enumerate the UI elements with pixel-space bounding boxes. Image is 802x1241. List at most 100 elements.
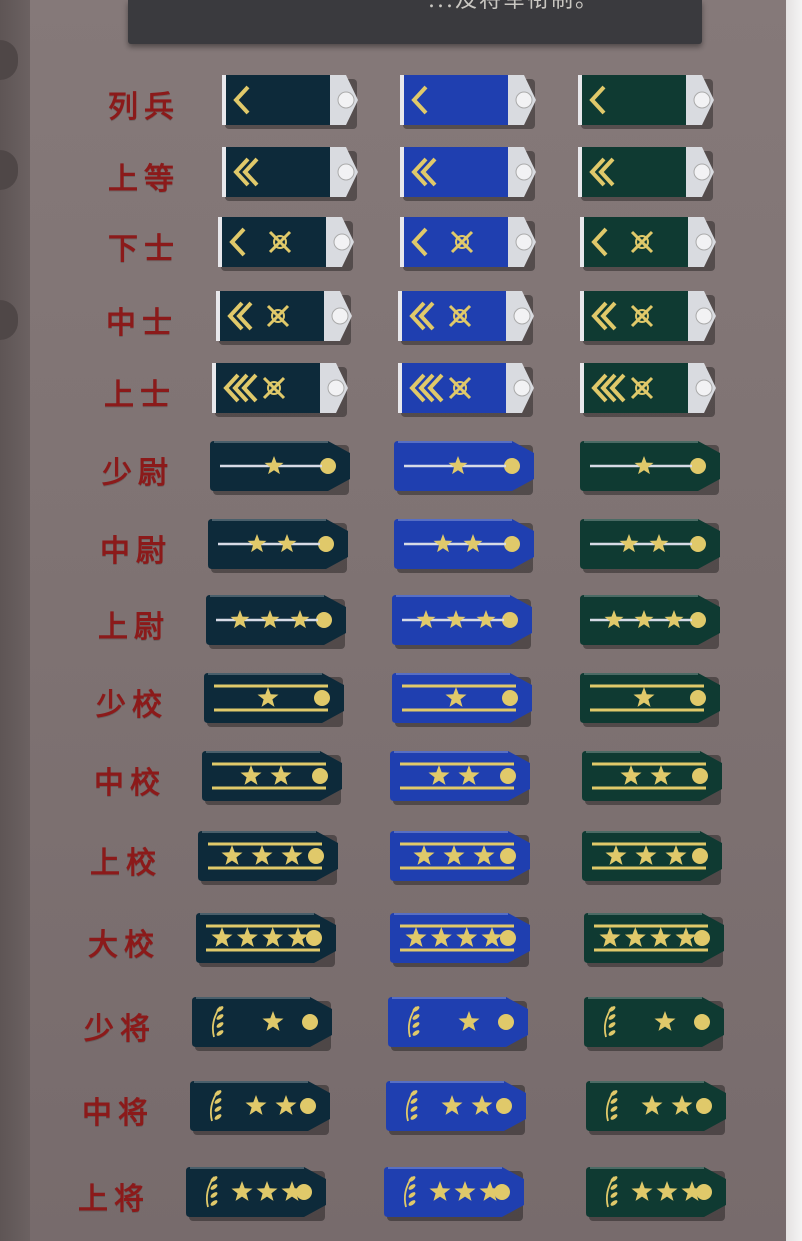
button-icon [300, 1098, 316, 1114]
shoulder-strap-graphic [584, 997, 724, 1051]
shoulder-strap-navy [390, 831, 532, 885]
shoulder-strap-army [222, 75, 360, 129]
button-icon [690, 458, 706, 474]
button-icon [693, 91, 711, 109]
shoulder-strap-graphic [198, 831, 338, 885]
shoulder-strap-air [580, 519, 722, 573]
strap-edge [580, 291, 584, 341]
shoulder-strap-graphic [580, 217, 716, 271]
shoulder-strap-graphic [222, 75, 358, 129]
shoulder-strap-graphic [586, 1167, 726, 1221]
shoulder-strap-air [578, 147, 716, 201]
button-icon [694, 930, 710, 946]
shoulder-strap-air [580, 291, 718, 345]
rank-label: 上校 [90, 846, 162, 881]
rank-label: 上士 [104, 378, 176, 413]
button-icon [694, 1014, 710, 1030]
shoulder-strap-navy [400, 75, 538, 129]
button-icon [690, 612, 706, 628]
shoulder-strap-graphic [580, 595, 720, 649]
strap-edge [580, 363, 584, 413]
wall-bump [0, 300, 18, 340]
button-icon [504, 536, 520, 552]
button-icon [515, 163, 533, 181]
button-icon [306, 930, 322, 946]
shoulder-strap-army [212, 363, 350, 417]
shoulder-strap-army [218, 217, 356, 271]
button-icon [498, 1014, 514, 1030]
button-icon [494, 1184, 510, 1200]
shoulder-strap-air [580, 673, 722, 727]
shoulder-strap-army [190, 1081, 332, 1135]
shoulder-strap-navy [398, 363, 536, 417]
shoulder-strap-air [580, 595, 722, 649]
shoulder-strap-graphic [190, 1081, 330, 1135]
header-plaque: ...及将军衔制。 [128, 0, 702, 44]
shoulder-strap-air [580, 441, 722, 495]
button-icon [337, 91, 355, 109]
shoulder-strap-graphic [400, 147, 536, 201]
shoulder-strap-army [216, 291, 354, 345]
button-icon [500, 930, 516, 946]
button-icon [496, 1098, 512, 1114]
button-icon [692, 768, 708, 784]
shoulder-strap-army [206, 595, 348, 649]
button-icon [693, 163, 711, 181]
strap-edge [218, 217, 222, 267]
button-icon [308, 848, 324, 864]
shoulder-strap-graphic [208, 519, 348, 573]
shoulder-strap-army [208, 519, 350, 573]
shoulder-strap-army [192, 997, 334, 1051]
shoulder-strap-graphic [582, 831, 722, 885]
shoulder-strap-graphic [392, 673, 532, 727]
rank-label: 中士 [106, 306, 178, 341]
shoulder-strap-navy [400, 147, 538, 201]
shoulder-strap-graphic [390, 913, 530, 967]
wall-bump [0, 40, 18, 80]
shoulder-strap-army [198, 831, 340, 885]
shoulder-strap-navy [394, 441, 536, 495]
shoulder-strap-graphic [580, 291, 716, 345]
rank-label: 中尉 [100, 534, 172, 569]
shoulder-strap-graphic [578, 75, 714, 129]
rank-label: 下士 [108, 232, 180, 267]
button-icon [695, 233, 713, 251]
shoulder-strap-air [582, 751, 724, 805]
button-icon [513, 307, 531, 325]
shoulder-strap-graphic [386, 1081, 526, 1135]
shoulder-strap-graphic [394, 519, 534, 573]
shoulder-strap-air [580, 363, 718, 417]
shoulder-strap-graphic [216, 291, 352, 345]
button-icon [513, 379, 531, 397]
button-icon [515, 91, 533, 109]
strap-edge [398, 363, 402, 413]
shoulder-strap-army [196, 913, 338, 967]
shoulder-strap-graphic [578, 147, 714, 201]
button-icon [696, 1184, 712, 1200]
shoulder-strap-navy [388, 997, 530, 1051]
shoulder-strap-air [582, 831, 724, 885]
shoulder-strap-air [584, 913, 726, 967]
rank-label: 大校 [88, 928, 160, 963]
shoulder-strap-graphic [398, 363, 534, 417]
shoulder-strap-army [202, 751, 344, 805]
button-icon [331, 307, 349, 325]
shoulder-strap-army [210, 441, 352, 495]
shoulder-strap-graphic [586, 1081, 726, 1135]
shoulder-strap-navy [386, 1081, 528, 1135]
shoulder-strap-air [580, 217, 718, 271]
shoulder-strap-navy [390, 751, 532, 805]
button-icon [327, 379, 345, 397]
button-icon [696, 1098, 712, 1114]
shoulder-strap-graphic [204, 673, 344, 727]
shoulder-strap-graphic [398, 291, 534, 345]
rank-label: 列兵 [108, 90, 180, 125]
button-icon [333, 233, 351, 251]
button-icon [500, 848, 516, 864]
shoulder-strap-graphic [400, 75, 536, 129]
rank-label: 上将 [78, 1182, 150, 1217]
shoulder-strap-graphic [210, 441, 350, 495]
shoulder-strap-navy [384, 1167, 526, 1221]
button-icon [695, 307, 713, 325]
rank-label: 中校 [94, 766, 166, 801]
